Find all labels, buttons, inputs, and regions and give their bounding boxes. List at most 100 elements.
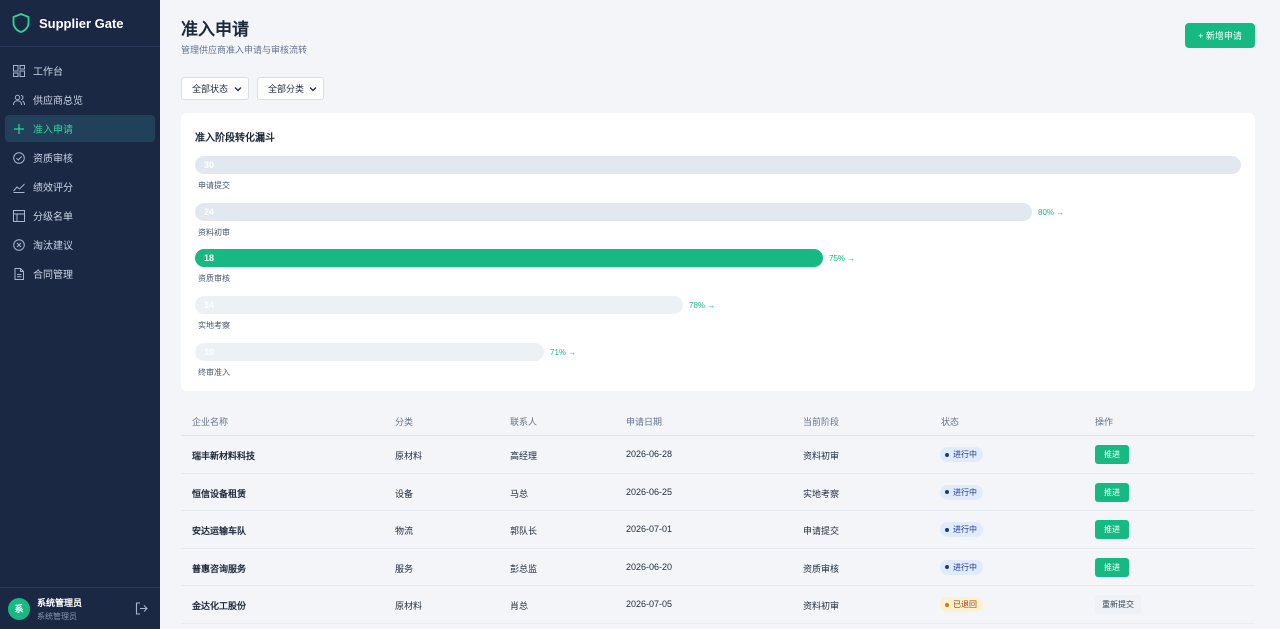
funnel-stage: 24 80% → 资料初审 (195, 203, 1255, 243)
table-row[interactable]: 普惠咨询服务 服务 彭总监 2026-06-20 资质审核 进行中 推进 (181, 549, 1255, 586)
category-filter-value: 全部分类 (268, 84, 305, 94)
category-cell: 设备 (395, 488, 414, 499)
add-application-button[interactable]: + 新增申请 (1185, 23, 1255, 48)
sidebar-item-label: 资质审核 (33, 154, 73, 165)
contact-cell: 马总 (510, 488, 529, 499)
funnel-stage-label: 申请提交 (198, 181, 230, 190)
status-badge: 进行中 (940, 559, 983, 575)
chevron-down-icon (234, 87, 242, 92)
column-header[interactable]: 状态 (941, 415, 959, 428)
funnel-bar-value: 14 (204, 300, 215, 310)
contact-cell: 肖总 (510, 601, 529, 611)
sidebar-item-label: 准入申请 (33, 125, 73, 136)
date-cell: 2026-06-25 (626, 486, 673, 497)
funnel-bar-value: 10 (204, 347, 215, 357)
x-circle-icon (13, 238, 25, 251)
page-title: 准入申请 (181, 20, 249, 39)
funnel-stage-label: 资质审核 (198, 274, 230, 283)
sidebar-item-qualification-review[interactable]: 资质审核 (5, 144, 155, 171)
funnel-stage: 14 78% → 实地考察 (195, 296, 1255, 336)
document-icon (14, 267, 24, 280)
table-row[interactable]: 恒信设备租赁 设备 马总 2026-06-25 实地考察 进行中 推进 (181, 474, 1255, 511)
column-header[interactable]: 联系人 (510, 415, 537, 428)
page-subtitle: 管理供应商准入申请与审核流转 (181, 45, 308, 55)
applications-table: 企业名称 分类 联系人 申请日期 当前阶段 状态 操作 瑞丰新材料科技 原材料 … (181, 404, 1255, 624)
shield-icon (12, 13, 30, 33)
funnel-bar: 24 (195, 203, 1032, 221)
table-row[interactable]: 安达运输车队 物流 郭队长 2026-07-01 申请提交 进行中 推进 (181, 511, 1255, 549)
status-dot (945, 490, 949, 494)
logout-icon[interactable] (135, 602, 148, 615)
company-name: 安达运输车队 (192, 526, 247, 536)
funnel-stage-label: 实地考察 (198, 321, 230, 330)
funnel-bar: 18 (195, 249, 823, 267)
sidebar-item-performance[interactable]: 绩效评分 (5, 173, 155, 200)
sidebar-item-contracts[interactable]: 合同管理 (5, 260, 155, 287)
status-filter-value: 全部状态 (192, 84, 229, 94)
plus-icon (14, 123, 24, 134)
category-cell: 原材料 (395, 451, 423, 461)
funnel-rate: 80% → (1038, 208, 1065, 217)
stage-cell: 申请提交 (803, 526, 840, 536)
column-header[interactable]: 申请日期 (626, 415, 662, 428)
company-name: 金达化工股份 (192, 601, 247, 611)
category-filter-select[interactable]: 全部分类 (257, 77, 324, 100)
status-filter-select[interactable]: 全部状态 (181, 77, 249, 100)
advance-button[interactable]: 推进 (1095, 445, 1129, 464)
date-cell: 2026-07-05 (626, 599, 673, 609)
funnel-title: 准入阶段转化漏斗 (195, 133, 275, 144)
users-icon (13, 94, 25, 105)
sidebar-item-dashboard[interactable]: 工作台 (5, 57, 155, 84)
funnel-bar-value: 18 (204, 253, 215, 263)
chevron-down-icon (309, 87, 317, 92)
status-text: 进行中 (953, 487, 977, 497)
sidebar-item-label: 淘汰建议 (33, 241, 73, 252)
sidebar-item-label: 供应商总览 (33, 96, 83, 107)
resubmit-button[interactable]: 重新提交 (1095, 595, 1141, 614)
stage-cell: 资料初审 (803, 451, 840, 461)
table-row[interactable]: 金达化工股份 原材料 肖总 2026-07-05 资料初审 已退回 重新提交 (181, 586, 1255, 624)
status-dot (945, 452, 949, 457)
status-text: 进行中 (953, 525, 977, 534)
status-badge: 进行中 (940, 522, 983, 537)
brand[interactable]: Supplier Gate (0, 0, 160, 47)
category-cell: 服务 (395, 563, 414, 574)
column-header[interactable]: 企业名称 (192, 415, 228, 428)
sidebar-item-access-application[interactable]: 准入申请 (5, 115, 155, 142)
advance-button[interactable]: 推进 (1095, 557, 1129, 577)
user-panel: 系 系统管理员 系统管理员 (0, 587, 160, 629)
status-badge: 已退回 (940, 597, 983, 612)
brand-title: Supplier Gate (39, 15, 124, 31)
table-icon (13, 209, 25, 222)
column-header[interactable]: 操作 (1095, 415, 1113, 428)
funnel-stage-label: 资料初审 (198, 228, 230, 237)
date-cell: 2026-06-28 (626, 449, 673, 459)
status-text: 进行中 (953, 450, 977, 459)
avatar[interactable]: 系 (8, 597, 30, 620)
contact-cell: 郭队长 (510, 526, 538, 536)
sidebar-item-grading-list[interactable]: 分级名单 (5, 202, 155, 229)
status-badge: 进行中 (940, 447, 983, 462)
sidebar: Supplier Gate 工作台 供应商总览 准入申请 资质审核 绩效评分 分… (0, 0, 160, 629)
date-cell: 2026-06-20 (626, 561, 673, 572)
sidebar-item-elimination[interactable]: 淘汰建议 (5, 231, 155, 258)
date-cell: 2026-07-01 (626, 524, 673, 534)
advance-button[interactable]: 推进 (1095, 482, 1129, 502)
sidebar-item-label: 合同管理 (33, 270, 73, 281)
company-name: 恒信设备租赁 (192, 488, 247, 499)
column-header[interactable]: 分类 (395, 415, 413, 428)
status-badge: 进行中 (940, 484, 983, 500)
user-role: 系统管理员 (37, 611, 77, 621)
stage-cell: 资料初审 (803, 601, 840, 611)
stage-cell: 资质审核 (803, 563, 840, 574)
status-dot (945, 527, 949, 532)
category-cell: 物流 (395, 526, 414, 536)
sidebar-item-supplier-overview[interactable]: 供应商总览 (5, 86, 155, 113)
contact-cell: 彭总监 (510, 563, 538, 574)
table-row[interactable]: 瑞丰新材料科技 原材料 高经理 2026-06-28 资料初审 进行中 推进 (181, 436, 1255, 474)
column-header[interactable]: 当前阶段 (803, 415, 839, 428)
funnel-bar: 14 (195, 296, 683, 314)
advance-button[interactable]: 推进 (1095, 520, 1129, 539)
user-info: 系统管理员 系统管理员 (37, 596, 82, 622)
contact-cell: 高经理 (510, 451, 538, 461)
